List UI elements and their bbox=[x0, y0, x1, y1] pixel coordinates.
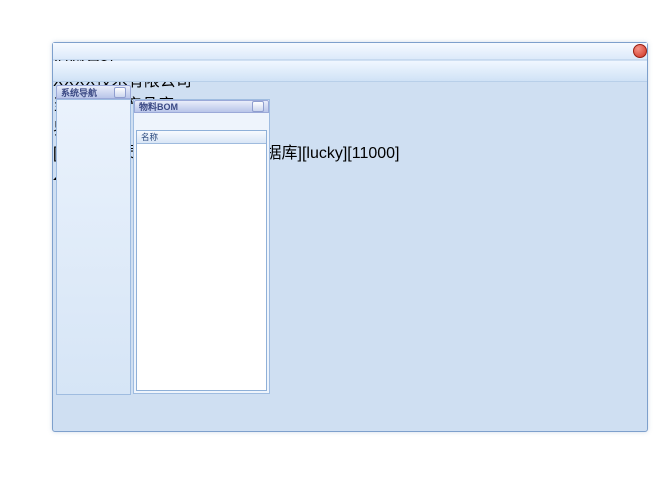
nav-options-icon[interactable] bbox=[114, 87, 126, 98]
page-tab-strip bbox=[133, 83, 647, 99]
bom-tree-box: 名称 bbox=[136, 130, 267, 391]
bom-panel: 物料BOM 名称 bbox=[133, 99, 270, 394]
toolbar bbox=[53, 61, 647, 82]
bom-tree bbox=[137, 143, 257, 380]
menu-bar bbox=[53, 43, 647, 60]
app-window: 系统导航 物料BOM 名称 消息管理 XXXX技术有限公司 bbox=[52, 42, 648, 432]
bom-version-tabs bbox=[134, 113, 269, 130]
bom-title: 物料BOM bbox=[139, 100, 178, 113]
bom-options-icon[interactable] bbox=[252, 101, 264, 112]
desktop: { "ui": { "chevron_down": "v", "plus": "… bbox=[0, 0, 660, 477]
close-tab-button[interactable] bbox=[633, 44, 647, 58]
nav-title: 系统导航 bbox=[61, 86, 97, 99]
sidebar-navigation bbox=[56, 99, 131, 395]
bom-panel-header: 物料BOM bbox=[134, 100, 269, 113]
detail-panel bbox=[273, 99, 647, 394]
nav-panel-header: 系统导航 bbox=[56, 85, 131, 99]
